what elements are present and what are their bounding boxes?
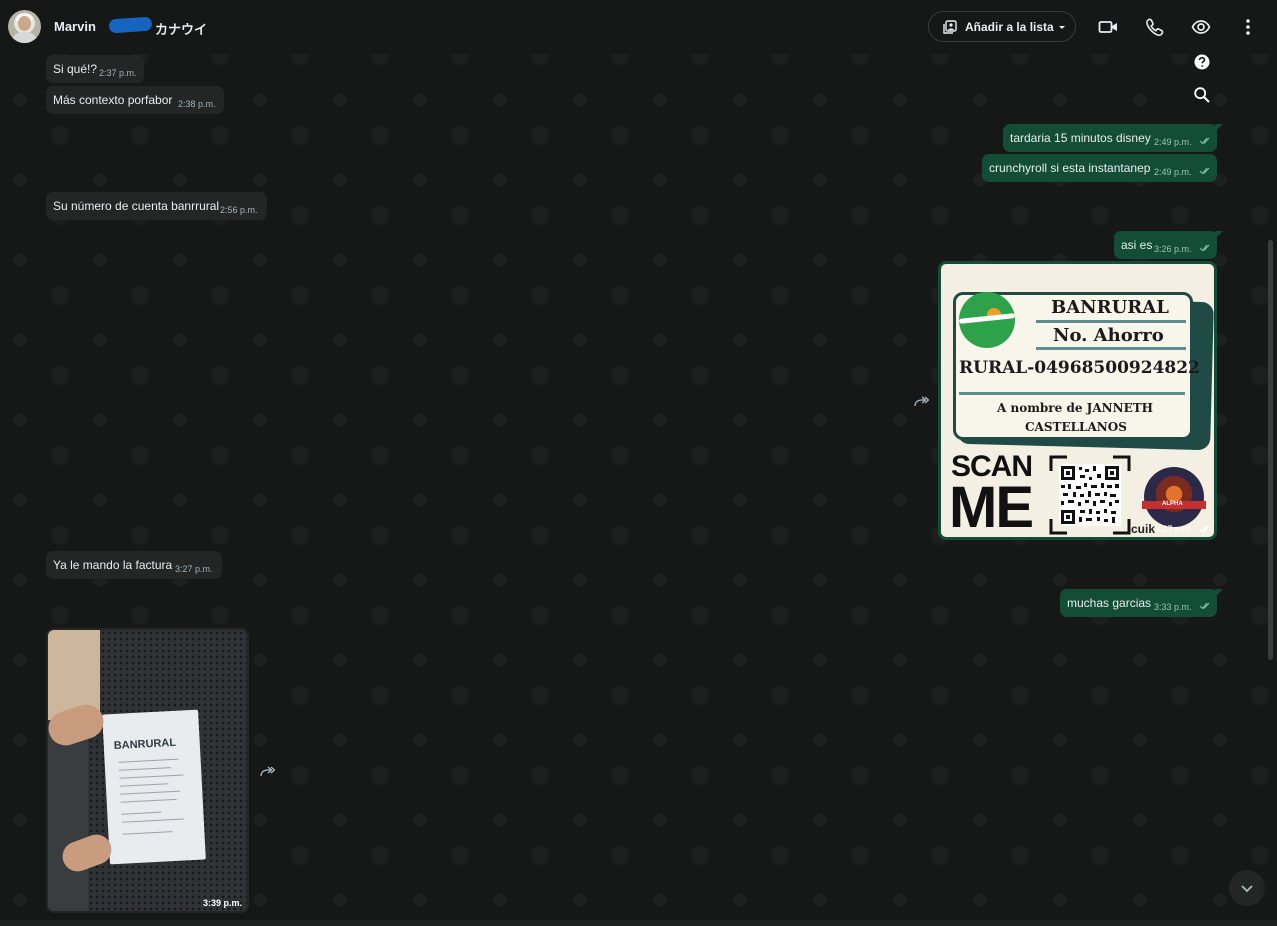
double-check-icon [1199, 602, 1210, 610]
receipt-photo[interactable]: BANRURAL [48, 630, 247, 911]
outgoing-message[interactable]: tardaria 15 minutos disney 2:49 p.m. [1003, 124, 1217, 152]
double-check-icon [1199, 167, 1210, 175]
message-text: Ya le mando la factura [53, 558, 173, 572]
image-message-time: 3:27 p.m. [1155, 524, 1193, 534]
message-time: 2:37 p.m. [99, 68, 137, 78]
message-text: Su número de cuenta banrrural [53, 199, 220, 213]
receipt-brand-text: BANRURAL [113, 736, 177, 753]
image-message[interactable]: BANRURAL No. Ahorro RURAL-04968500924822… [938, 261, 1217, 540]
image-message-time: 3:39 p.m. [203, 898, 243, 908]
chat-header: Marvin カナウイ Añadir a la lista [0, 0, 1277, 54]
incoming-message[interactable]: Más contexto porfabor 2:38 p.m. [46, 86, 224, 114]
bubble-tail [1215, 124, 1223, 132]
card-holder-line-2: CASTELLANOS [1025, 420, 1127, 434]
bubble-tail [1215, 589, 1223, 597]
message-text: crunchyroll si esta instantanep [989, 161, 1151, 175]
outgoing-message[interactable]: crunchyroll si esta instantanep 2:49 p.m… [982, 154, 1217, 182]
video-call-icon[interactable] [1098, 17, 1118, 37]
message-time: 3:27 p.m. [175, 564, 213, 574]
message-text: tardaria 15 minutos disney [1010, 131, 1151, 145]
alpha-badge-logo: ALPHA [1142, 467, 1206, 527]
message-text: Si qué!? [53, 62, 98, 76]
voice-call-icon[interactable] [1145, 17, 1165, 37]
scrollbar[interactable] [1268, 240, 1273, 660]
message-time: 2:56 p.m. [220, 205, 258, 215]
message-text: Más contexto porfabor [53, 93, 173, 107]
scroll-down-button[interactable] [1229, 870, 1265, 906]
bottom-edge [0, 920, 1277, 926]
card-bank-name: BANRURAL [1051, 297, 1169, 318]
view-once-icon[interactable] [1191, 17, 1211, 37]
badge-text: ALPHA [1162, 501, 1183, 507]
bubble-tail [1215, 231, 1223, 239]
double-check-icon [1199, 525, 1210, 533]
search-icon[interactable] [1193, 86, 1211, 104]
message-time: 2:49 p.m. [1154, 167, 1192, 177]
forward-icon[interactable] [259, 765, 275, 779]
contact-name[interactable]: Marvin [54, 19, 96, 34]
banrural-logo [959, 292, 1015, 348]
card-holder-line-1: A nombre de JANNETH [997, 401, 1153, 415]
account-card-image[interactable]: BANRURAL No. Ahorro RURAL-04968500924822… [941, 264, 1214, 537]
double-check-icon [1199, 244, 1210, 252]
qr-code [1049, 455, 1131, 535]
card-brand-text: cuik [1131, 522, 1156, 536]
incoming-message[interactable]: Ya le mando la factura 3:27 p.m. [46, 551, 222, 579]
message-time: 3:33 p.m. [1154, 602, 1192, 612]
help-icon[interactable] [1193, 53, 1211, 71]
chevron-down-icon [1241, 885, 1253, 893]
add-to-list-label: Añadir a la lista [965, 20, 1054, 34]
outgoing-message[interactable]: asi es 3:26 p.m. [1114, 231, 1217, 259]
caret-down-icon [1059, 26, 1065, 29]
receipt-paper: BANRURAL [102, 709, 206, 865]
message-text: muchas garcias [1067, 596, 1152, 610]
outgoing-message[interactable]: muchas garcias 3:33 p.m. [1060, 589, 1217, 617]
image-message[interactable]: BANRURAL [46, 628, 249, 913]
avatar[interactable] [8, 10, 41, 43]
menu-icon[interactable] [1238, 17, 1258, 37]
contact-name-suffix[interactable]: カナウイ [155, 19, 207, 38]
card-account-number: RURAL-04968500924822 [959, 358, 1200, 378]
list-add-icon [943, 20, 957, 34]
add-to-list-button[interactable]: Añadir a la lista [928, 11, 1076, 42]
forward-icon[interactable] [913, 395, 929, 409]
message-time: 2:49 p.m. [1154, 137, 1192, 147]
message-time: 3:26 p.m. [1154, 244, 1192, 254]
card-me-text: ME [949, 475, 1034, 538]
card-account-type: No. Ahorro [1053, 325, 1164, 346]
double-check-icon [1199, 137, 1210, 145]
name-redaction-mark [108, 16, 153, 34]
incoming-message[interactable]: Si qué!? 2:37 p.m. [46, 55, 144, 83]
message-text: asi es [1121, 238, 1153, 252]
message-time: 2:38 p.m. [178, 99, 216, 109]
incoming-message[interactable]: Su número de cuenta banrrural 2:56 p.m. [46, 192, 267, 220]
